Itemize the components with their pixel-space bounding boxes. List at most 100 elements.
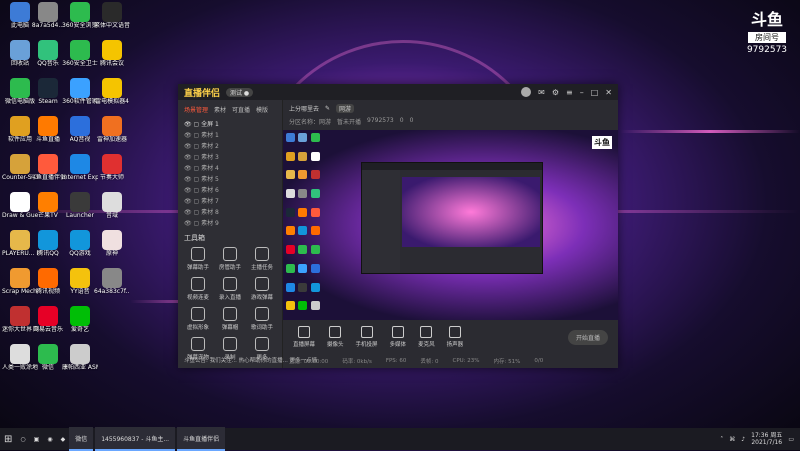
desktop-icon[interactable]: 音域 [94,192,130,230]
desktop-icon[interactable]: 64a383c7f... [94,268,130,306]
game-danmaku-icon [255,277,269,291]
edit-icon[interactable]: ✎ [325,105,330,112]
tab-live[interactable]: 可直播 [232,105,250,114]
ie-icon [70,154,90,174]
camera-button[interactable]: 摄像头 [327,326,344,348]
notification-icon[interactable]: ▭ [788,436,794,443]
tool-hat[interactable]: 弹幕帽 [214,307,246,331]
desktop-icon[interactable]: QQ游戏 [62,230,98,268]
desktop-icon[interactable]: 微信 [30,344,66,382]
desktop-icon[interactable]: Internet Explorer [62,154,98,192]
app-icon[interactable]: ◆ [57,428,70,450]
scene-item[interactable]: 👁 ▢ 素材 2 [184,141,276,152]
desktop-icon[interactable]: 网易云音乐 [30,306,66,344]
room-title[interactable]: 上分哪里去 [289,104,319,113]
version-badge[interactable]: 测试 ● [226,87,254,97]
tab-scene[interactable]: 场景管理 [184,105,208,114]
windows-start-icon[interactable]: ⊞ [0,428,16,450]
clock[interactable]: 17:36 周五 2021/7/16 [751,432,782,446]
desktop-icon[interactable]: 雷电模拟器4 [94,78,130,116]
preview-icon [310,189,320,199]
desktop-icon[interactable]: 繁体中文语音 录音机 [94,2,130,40]
steam-icon [38,78,58,98]
desktop-icon[interactable]: 原神 [94,230,130,268]
tool-game-danmaku[interactable]: 游戏弹幕 [246,277,278,301]
status-count: 0/0 [534,358,544,364]
desktop-icon[interactable]: 雷神加速器 [94,116,130,154]
desktop-icon[interactable]: QQ音乐 [30,40,66,78]
chevron-up-icon[interactable]: ˄ [720,436,723,443]
microphone-button[interactable]: 麦克风 [418,326,435,348]
desktop-icon[interactable]: AQ音视 [62,116,98,154]
task-view-icon[interactable]: ▣ [30,428,44,450]
taskbar-douyu[interactable]: 1455960837 - 斗鱼主... [95,427,176,451]
scene-item[interactable]: 👁 ▢ 素材 9 [184,218,276,229]
desktop-icon[interactable]: 康帕西亚 ASMR初... [62,344,98,382]
desktop-icon[interactable]: 斗鱼直播 [30,116,66,154]
browser-icon[interactable]: ◉ [43,428,56,450]
desktop-icon[interactable]: 腾讯视频 [30,268,66,306]
network-icon[interactable]: ⌘ [729,436,735,443]
desktop-icon[interactable]: YY语音 [62,268,98,306]
volume-icon[interactable]: ♪ [741,436,745,443]
close-icon[interactable]: ✕ [605,88,612,97]
desktop-icon-label: 音域 [105,212,118,219]
tab-material[interactable]: 素材 [214,105,226,114]
media-button[interactable]: 多媒体 [390,326,406,348]
stream-preview[interactable]: 斗鱼 [283,130,618,320]
desktop-icon[interactable]: 360安全浏览器 [62,2,98,40]
desktop-icon-label: 网易云音乐 [32,326,63,333]
screen-source-button[interactable]: 直播屏幕 [293,326,315,348]
tool-task[interactable]: 主播任务 [246,247,278,271]
taskbar-douyu-companion[interactable]: 斗鱼直播伴侣 [177,427,226,451]
mail-icon[interactable]: ✉ [538,88,545,97]
phone-cast-button[interactable]: 手机投屏 [356,326,378,348]
scene-item[interactable]: 👁 ▢ 素材 7 [184,196,276,207]
desktop-icon[interactable]: 爱奇艺 [62,306,98,344]
follower-count: 0 [409,117,414,124]
desktop-icon[interactable]: 节奏大师 [94,154,130,192]
room-status: 暂未开播 [337,119,362,126]
desktop-icon[interactable]: 芒果TV [30,192,66,230]
wechat-icon [10,78,30,98]
tab-template[interactable]: 模版 [256,105,268,114]
avatar[interactable] [521,87,532,97]
menu-icon[interactable]: ≡ [566,88,573,97]
speaker-button[interactable]: 扬声器 [447,326,463,348]
preview-icon [310,151,320,161]
settings-icon[interactable]: ⚙ [552,88,559,97]
tool-avatar[interactable]: 虚拟形象 [182,307,214,331]
tool-record-live[interactable]: 录入直播 [214,277,246,301]
desktop-icon[interactable]: 腾讯QQ [30,230,66,268]
taskbar-wechat[interactable]: 微信 [69,427,94,451]
desktop-icon[interactable]: 斗鱼直播伴侣 [30,154,66,192]
maximize-icon[interactable]: □ [591,88,599,97]
desktop-icon[interactable]: Launcher [62,192,98,230]
tool-video-link[interactable]: 视频连麦 [182,277,214,301]
scene-item[interactable]: 👁 ▢ 素材 5 [184,174,276,185]
desktop-icon[interactable]: 腾讯会议 [94,40,130,78]
scene-item[interactable]: 👁 ▢ 全屏 1 [184,119,276,130]
desktop-icon[interactable]: 8a7a5d4... [30,2,66,40]
scene-item[interactable]: 👁 ▢ 素材 8 [184,207,276,218]
tool-lyrics[interactable]: 歌词助手 [246,307,278,331]
desktop-icon[interactable]: 360软件管家 [62,78,98,116]
scene-item[interactable]: 👁 ▢ 素材 3 [184,152,276,163]
desktop-icon[interactable]: 360安全卫士 [62,40,98,78]
preview-icon [310,263,320,273]
status-memory: 内存: 51% [493,359,521,365]
scene-item[interactable]: 👁 ▢ 素材 1 [184,130,276,141]
scene-item[interactable]: 👁 ▢ 素材 4 [184,163,276,174]
avatar-icon [191,307,205,321]
search-icon[interactable]: ○ [16,428,29,450]
start-live-button[interactable]: 开始直播 [567,329,608,345]
scene-item[interactable]: 👁 ▢ 素材 6 [184,185,276,196]
source-controls: 直播屏幕 摄像头 手机投屏 多媒体 麦克风 扬声器 开始直播 [283,322,618,352]
desktop-icon-label: 腾讯会议 [99,60,124,67]
tool-danmaku[interactable]: 弹幕助手 [182,247,214,271]
desktop-icon-label: QQ音乐 [37,60,59,67]
room-tag[interactable]: 网游 [336,104,355,113]
minimize-icon[interactable]: – [580,88,584,97]
tool-room-admin[interactable]: 房管助手 [214,247,246,271]
desktop-icon[interactable]: Steam [30,78,66,116]
